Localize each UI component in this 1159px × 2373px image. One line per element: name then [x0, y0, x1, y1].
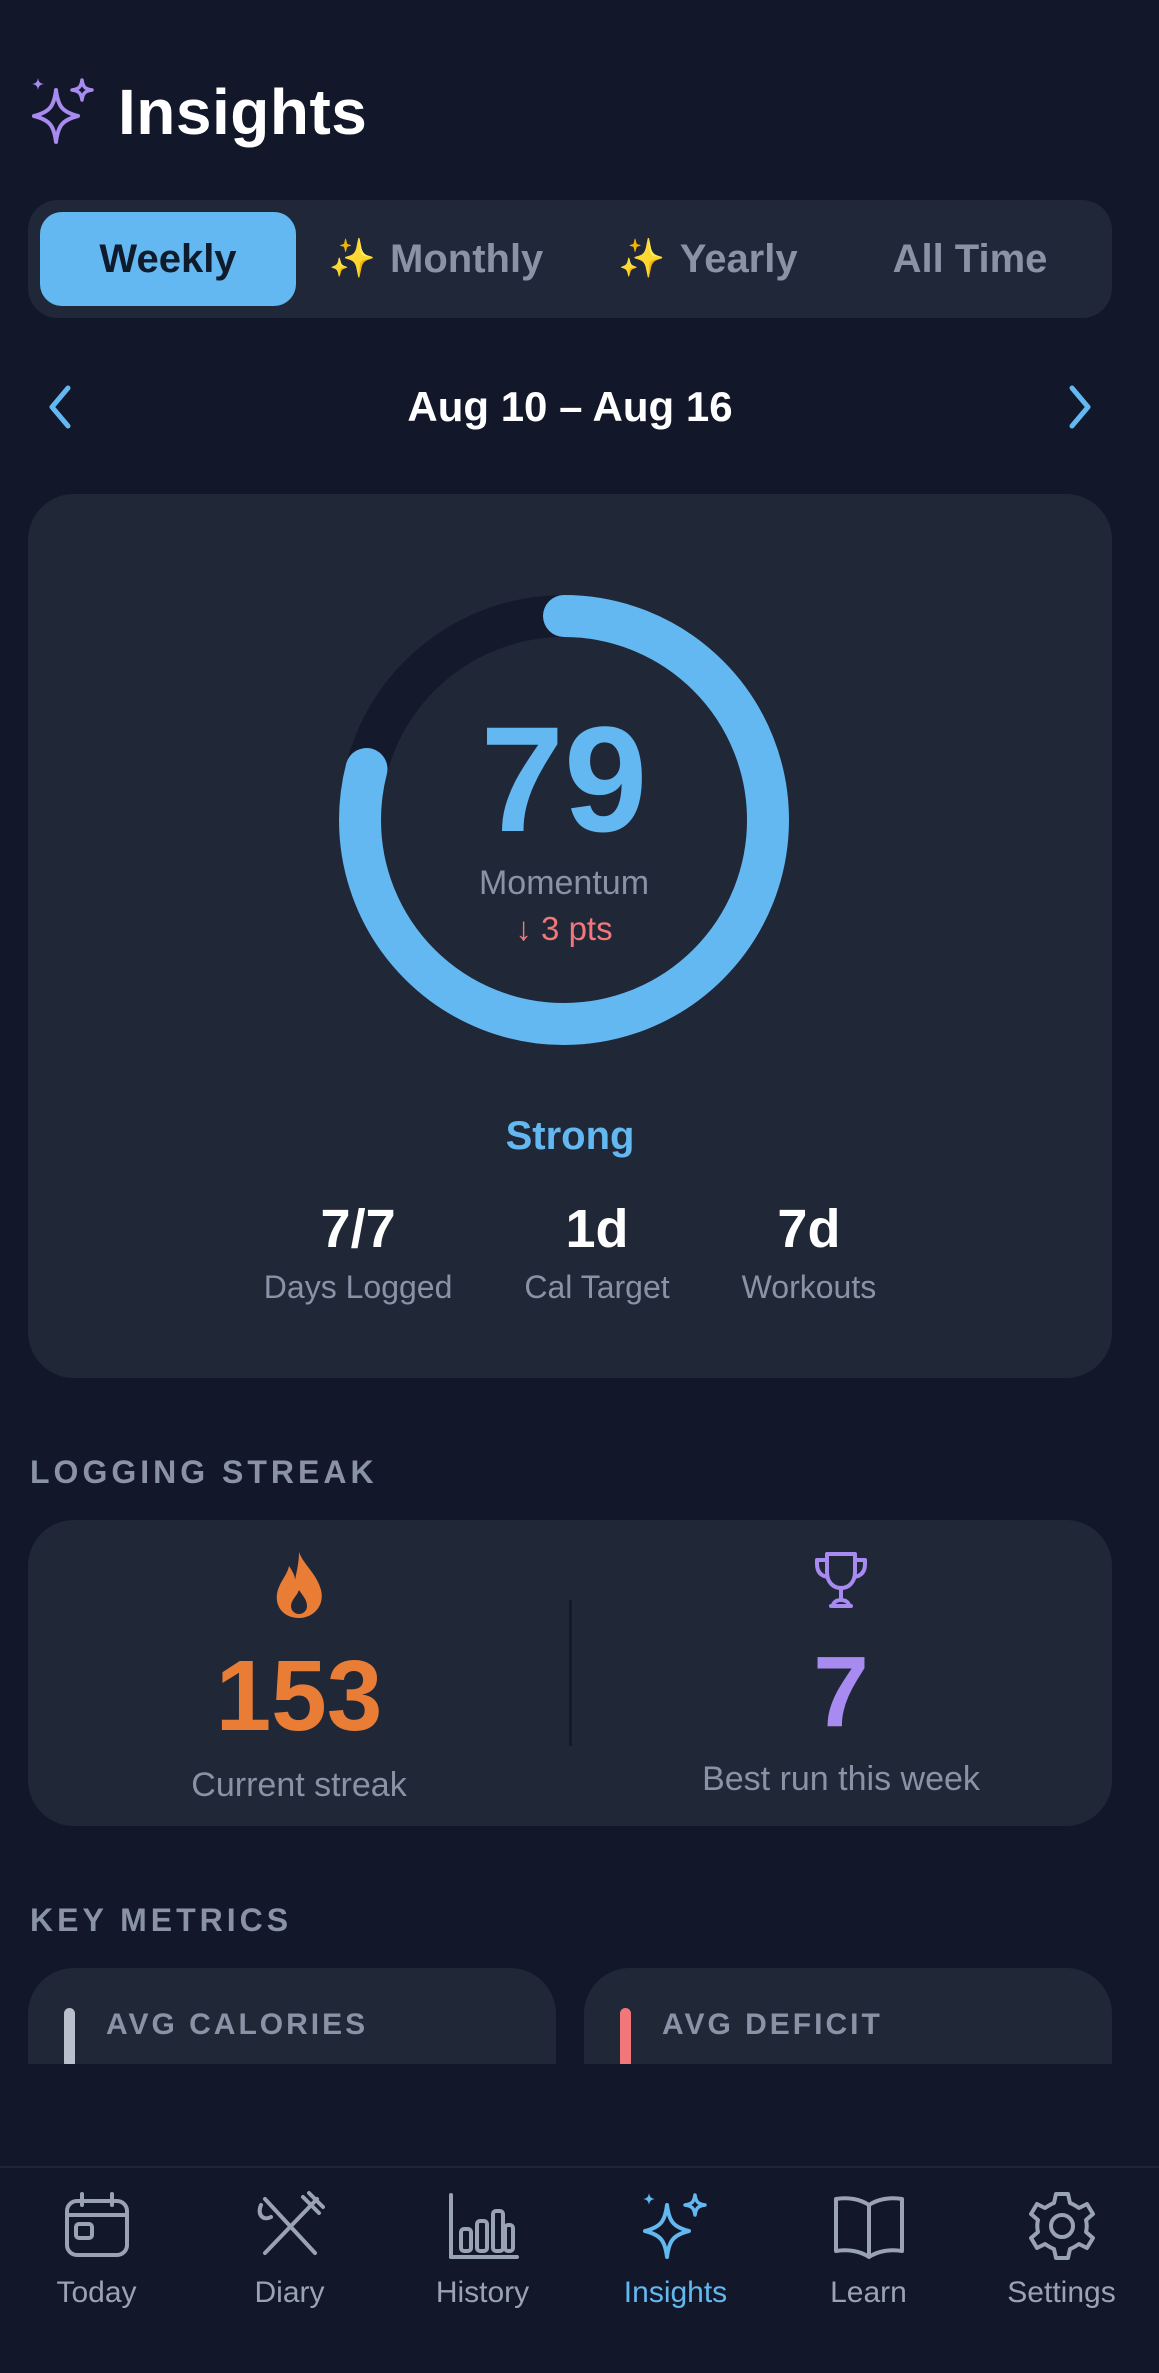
- momentum-stats: 7/7 Days Logged 1d Cal Target 7d Workout…: [28, 1199, 1112, 1306]
- insights-screen: Insights Weekly ✨ Monthly ✨ Yearly All T…: [0, 0, 1159, 2373]
- sparkles-icon: [28, 76, 96, 148]
- page-header: Insights: [28, 76, 367, 148]
- tab-label: Today: [56, 2276, 137, 2309]
- tab-diary[interactable]: Diary: [193, 2168, 386, 2328]
- section-label-logging-streak: LOGGING STREAK: [30, 1454, 378, 1490]
- book-icon: [831, 2188, 907, 2264]
- momentum-delta: ↓ 3 pts: [515, 910, 613, 947]
- best-run: 7 Best run this week: [570, 1520, 1112, 1826]
- metric-accent-bar: [64, 2008, 75, 2064]
- momentum-label: Momentum: [478, 864, 650, 902]
- metric-card-avg-deficit[interactable]: AVG DEFICIT: [584, 1968, 1112, 2064]
- momentum-score: 79: [480, 695, 648, 863]
- tab-label: Settings: [1007, 2276, 1116, 2309]
- stat-label: Workouts: [741, 1269, 877, 1306]
- momentum-card[interactable]: 79 Momentum ↓ 3 pts Strong 7/7 Days Logg…: [28, 494, 1112, 1378]
- chevron-left-icon: [49, 385, 71, 429]
- premium-sparkle-icon: ✨: [618, 238, 666, 280]
- chevron-right-icon: [1069, 385, 1091, 429]
- tab-weekly-label: Weekly: [99, 236, 237, 281]
- bar-chart-icon: [445, 2188, 521, 2264]
- current-streak: 153 Current streak: [28, 1520, 570, 1826]
- stat-workouts: 7d Workouts: [741, 1199, 877, 1306]
- tab-yearly[interactable]: ✨ Yearly: [576, 212, 840, 306]
- period-segmented-control: Weekly ✨ Monthly ✨ Yearly All Time: [28, 200, 1112, 318]
- current-streak-value: 153: [215, 1640, 383, 1752]
- metric-label: AVG DEFICIT: [662, 2008, 883, 2041]
- current-streak-label: Current streak: [191, 1766, 407, 1804]
- utensils-icon: [252, 2188, 328, 2264]
- section-label-key-metrics: KEY METRICS: [30, 1902, 293, 1938]
- metric-card-avg-calories[interactable]: AVG CALORIES: [28, 1968, 556, 2064]
- tab-label: Learn: [830, 2276, 907, 2309]
- streak-card[interactable]: 153 Current streak 7 Best run this week: [28, 1520, 1112, 1826]
- calendar-icon: [59, 2188, 135, 2264]
- premium-sparkle-icon: ✨: [328, 238, 376, 280]
- next-week-button[interactable]: [1048, 375, 1112, 439]
- best-run-value: 7: [813, 1636, 869, 1748]
- tab-all-time[interactable]: All Time: [840, 212, 1100, 306]
- gear-icon: [1024, 2188, 1100, 2264]
- stat-label: Cal Target: [524, 1269, 670, 1306]
- date-range-label: Aug 10 – Aug 16: [407, 383, 733, 430]
- stat-value: 1d: [565, 1199, 629, 1259]
- stat-label: Days Logged: [263, 1269, 453, 1306]
- tab-history[interactable]: History: [386, 2168, 579, 2328]
- tab-label: Insights: [623, 2276, 728, 2309]
- momentum-rating: Strong: [505, 1114, 635, 1158]
- sparkles-icon: [638, 2188, 714, 2264]
- tab-today[interactable]: Today: [0, 2168, 193, 2328]
- metric-label: AVG CALORIES: [106, 2008, 369, 2041]
- tab-monthly[interactable]: ✨ Monthly: [296, 212, 576, 306]
- page-title: Insights: [118, 76, 368, 148]
- previous-week-button[interactable]: [28, 375, 92, 439]
- stat-value: 7d: [777, 1199, 841, 1259]
- tab-insights[interactable]: Insights: [579, 2168, 772, 2328]
- tab-settings[interactable]: Settings: [965, 2168, 1158, 2328]
- tab-label: History: [435, 2276, 530, 2309]
- flame-icon: [273, 1550, 325, 1625]
- tab-learn[interactable]: Learn: [772, 2168, 965, 2328]
- best-run-label: Best run this week: [702, 1760, 980, 1798]
- trophy-icon: [811, 1550, 871, 1615]
- stat-cal-target: 1d Cal Target: [524, 1199, 670, 1306]
- tab-weekly[interactable]: Weekly: [40, 212, 296, 306]
- tab-all-time-label: All Time: [892, 236, 1048, 281]
- stat-value: 7/7: [320, 1199, 396, 1259]
- date-navigator: Aug 10 – Aug 16: [28, 360, 1112, 454]
- tab-label: Diary: [254, 2276, 325, 2309]
- tab-monthly-label: Monthly: [390, 236, 544, 281]
- metric-accent-bar: [620, 2008, 631, 2064]
- bottom-tab-bar: Today Diary History Insights Learn Setti…: [0, 2166, 1159, 2373]
- tab-yearly-label: Yearly: [679, 236, 798, 281]
- stat-days-logged: 7/7 Days Logged: [263, 1199, 453, 1306]
